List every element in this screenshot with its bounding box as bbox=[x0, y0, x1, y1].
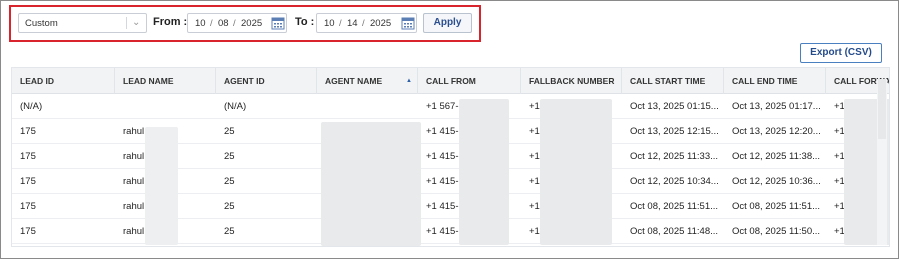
calendar-icon[interactable] bbox=[400, 16, 416, 30]
cell-lead-id: (N/A) bbox=[20, 101, 43, 112]
cell-call-end-time: Oct 12, 2025 11:38... bbox=[732, 151, 821, 162]
to-day[interactable]: 14 bbox=[347, 18, 358, 29]
cell-agent-id: 25 bbox=[224, 176, 235, 187]
to-year[interactable]: 2025 bbox=[370, 18, 391, 29]
table-row[interactable]: 175 rahul 25 +1 415- +1 Oct 13, 2025 12:… bbox=[12, 119, 889, 144]
cell-call-from: +1 415- bbox=[426, 126, 459, 137]
cell-lead-name bbox=[115, 94, 123, 119]
cell-lead-id: 175 bbox=[20, 201, 36, 212]
export-csv-button[interactable]: Export (CSV) bbox=[800, 43, 882, 63]
cell-lead-name: rahul bbox=[123, 151, 145, 162]
cell-call-end-time: Oct 08, 2025 11:51... bbox=[732, 201, 821, 212]
vertical-scrollbar[interactable] bbox=[877, 79, 887, 245]
column-header-agent-id[interactable]: AGENT ID bbox=[216, 68, 317, 94]
cell-call-start-time: Oct 12, 2025 10:34... bbox=[630, 176, 719, 187]
cell-call-forward: +1 bbox=[834, 126, 845, 137]
table-row[interactable]: (N/A) (N/A) +1 567- +1 Oct 13, 2025 01:1… bbox=[12, 94, 889, 119]
column-header-lead-id[interactable]: LEAD ID bbox=[12, 68, 115, 94]
cell-call-forward: +1 bbox=[834, 201, 845, 212]
date-separator: / bbox=[362, 18, 365, 29]
cell-call-from: +1 567- bbox=[426, 101, 459, 112]
cell-call-forward: +1 bbox=[834, 101, 845, 112]
column-header-lead-name[interactable]: LEAD NAME bbox=[115, 68, 216, 94]
cell-fallback-number: +1 bbox=[529, 176, 540, 187]
cell-call-forward: +1 bbox=[834, 226, 845, 237]
cell-agent-name bbox=[317, 94, 325, 119]
column-header-call-from[interactable]: CALL FROM bbox=[418, 68, 521, 94]
cell-agent-id: 25 bbox=[224, 226, 235, 237]
from-year[interactable]: 2025 bbox=[241, 18, 262, 29]
table-row[interactable]: 175 rahul 25 +1 415- +1 Oct 12, 2025 10:… bbox=[12, 169, 889, 194]
cell-call-start-time: Oct 08, 2025 11:51... bbox=[630, 201, 719, 212]
cell-fallback-number: +1 bbox=[529, 226, 540, 237]
to-label: To : bbox=[295, 16, 315, 28]
cell-lead-name: rahul bbox=[123, 176, 145, 187]
column-header-agent-name[interactable]: AGENT NAME bbox=[317, 68, 418, 94]
table-row[interactable]: 175 rahul 25 +1 415- +1 Oct 12, 2025 11:… bbox=[12, 144, 889, 169]
cell-fallback-number: +1 bbox=[529, 151, 540, 162]
column-header-call-end-time[interactable]: CALL END TIME bbox=[724, 68, 826, 94]
table-row[interactable]: 175 rahul 25 +1 415- +1 Oct 08, 2025 11:… bbox=[12, 219, 889, 244]
cell-agent-id: 25 bbox=[224, 151, 235, 162]
date-range-select-value: Custom bbox=[25, 18, 58, 29]
chevron-down-icon[interactable]: ⌄ bbox=[132, 17, 140, 28]
table-header: LEAD ID LEAD NAME AGENT ID AGENT NAME ▲ … bbox=[12, 68, 889, 94]
scrollbar-thumb[interactable] bbox=[878, 79, 886, 139]
column-header-call-start-time[interactable]: CALL START TIME bbox=[622, 68, 724, 94]
from-day[interactable]: 08 bbox=[218, 18, 229, 29]
cell-fallback-number: +1 bbox=[529, 126, 540, 137]
cell-call-forward: +1 bbox=[834, 176, 845, 187]
cell-call-start-time: Oct 08, 2025 11:48... bbox=[630, 226, 719, 237]
to-month[interactable]: 10 bbox=[324, 18, 335, 29]
cell-call-start-time: Oct 13, 2025 01:15... bbox=[630, 101, 719, 112]
to-date-input[interactable]: 10 / 14 / 2025 bbox=[316, 13, 417, 33]
cell-call-from: +1 415- bbox=[426, 226, 459, 237]
cell-fallback-number: +1 bbox=[529, 101, 540, 112]
cell-agent-id: 25 bbox=[224, 126, 235, 137]
cell-agent-id: (N/A) bbox=[224, 101, 247, 112]
cell-call-end-time: Oct 13, 2025 01:17... bbox=[732, 101, 821, 112]
from-month[interactable]: 10 bbox=[195, 18, 206, 29]
date-range-select[interactable]: Custom ⌄ bbox=[18, 13, 147, 33]
cell-lead-name: rahul bbox=[123, 126, 145, 137]
cell-agent-id: 25 bbox=[224, 201, 235, 212]
cell-lead-id: 175 bbox=[20, 176, 36, 187]
apply-button[interactable]: Apply bbox=[423, 13, 472, 33]
cell-lead-id: 175 bbox=[20, 151, 36, 162]
select-divider bbox=[126, 17, 127, 29]
sort-ascending-icon[interactable]: ▲ bbox=[406, 68, 412, 94]
cell-call-from: +1 415- bbox=[426, 176, 459, 187]
cell-call-start-time: Oct 12, 2025 11:33... bbox=[630, 151, 719, 162]
cell-call-from: +1 415- bbox=[426, 151, 459, 162]
date-separator: / bbox=[339, 18, 342, 29]
table-row[interactable]: 175 rahul 25 +1 415- +1 Oct 08, 2025 11:… bbox=[12, 194, 889, 219]
cell-lead-name: rahul bbox=[123, 226, 145, 237]
cell-call-end-time: Oct 12, 2025 10:36... bbox=[732, 176, 821, 187]
cell-call-end-time: Oct 08, 2025 11:50... bbox=[732, 226, 821, 237]
cell-call-from: +1 415- bbox=[426, 201, 459, 212]
column-header-fallback-number[interactable]: FALLBACK NUMBER bbox=[521, 68, 622, 94]
cell-fallback-number: +1 bbox=[529, 201, 540, 212]
calendar-icon[interactable] bbox=[270, 16, 286, 30]
date-separator: / bbox=[210, 18, 213, 29]
redacted-fallback-number bbox=[540, 99, 612, 245]
call-log-table: LEAD ID LEAD NAME AGENT ID AGENT NAME ▲ … bbox=[11, 67, 890, 247]
redacted-call-from bbox=[459, 99, 509, 245]
redacted-lead-name bbox=[145, 127, 178, 245]
cell-lead-id: 175 bbox=[20, 226, 36, 237]
from-label: From : bbox=[153, 16, 188, 28]
cell-call-end-time: Oct 13, 2025 12:20... bbox=[732, 126, 821, 137]
cell-call-forward: +1 bbox=[834, 151, 845, 162]
cell-lead-id: 175 bbox=[20, 126, 36, 137]
cell-call-start-time: Oct 13, 2025 12:15... bbox=[630, 126, 719, 137]
from-date-input[interactable]: 10 / 08 / 2025 bbox=[187, 13, 287, 33]
cell-lead-name: rahul bbox=[123, 201, 145, 212]
date-separator: / bbox=[233, 18, 236, 29]
redacted-agent-name bbox=[321, 122, 421, 246]
